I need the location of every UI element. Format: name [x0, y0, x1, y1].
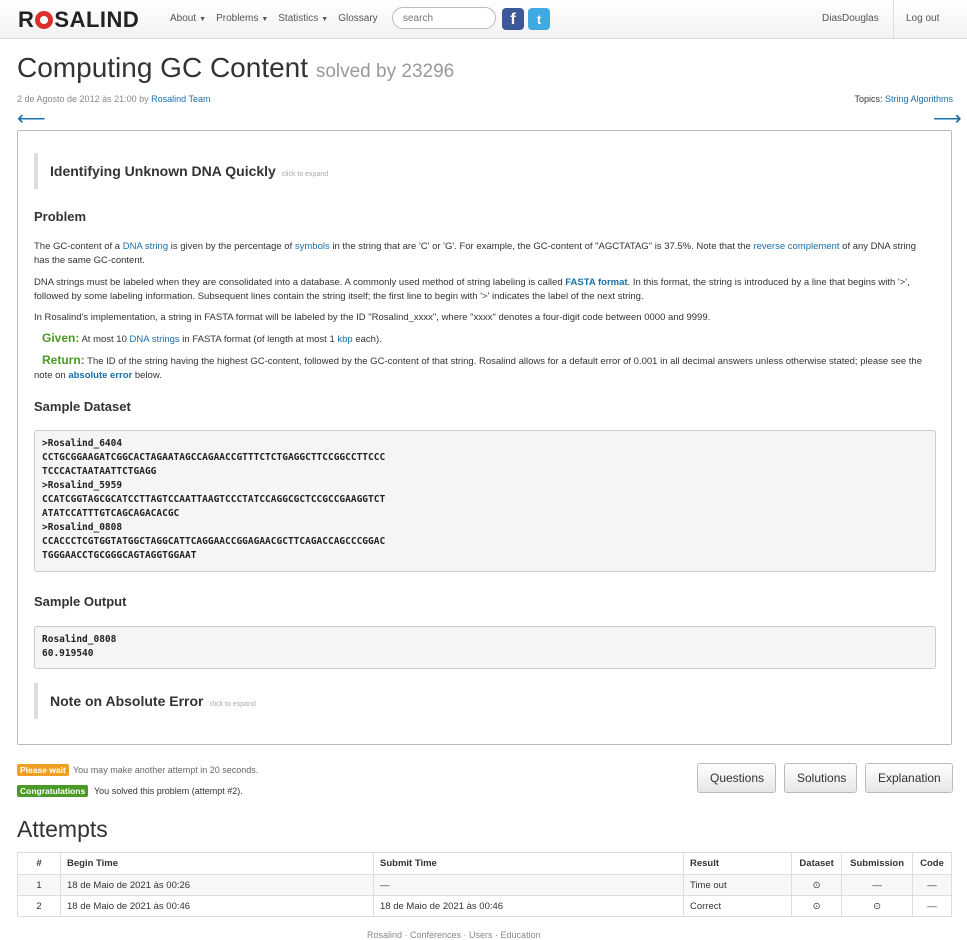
solved-text: You solved this problem (attempt #2).	[94, 786, 243, 796]
twitter-icon[interactable]: t	[528, 8, 550, 30]
dna-strings-link[interactable]: DNA strings	[130, 334, 180, 345]
caret-down-icon: ▼	[321, 16, 329, 23]
problem-paragraph-2: DNA strings must be labeled when they ar…	[34, 277, 910, 302]
table-row: 1 18 de Maio de 2021 às 00:26 — Time out…	[17, 874, 952, 896]
kbp-link[interactable]: kbp	[337, 334, 352, 345]
topic-link[interactable]: String Algorithms	[885, 94, 953, 104]
absolute-error-link[interactable]: absolute error	[68, 370, 132, 381]
problem-meta: 2 de Agosto de 2012 às 21:00 by Rosalind…	[17, 94, 211, 104]
logo-o-icon	[35, 11, 54, 29]
footer-links[interactable]: Rosalind · Conferences · Users · Educati…	[367, 930, 541, 940]
problem-heading: Problem	[34, 209, 87, 224]
wait-badge: Please wait	[17, 764, 69, 776]
dna-string-link[interactable]: DNA string	[123, 241, 168, 252]
topics: Topics: String Algorithms	[854, 94, 953, 104]
table-header: # Begin Time Submit Time Result Dataset …	[17, 852, 952, 875]
wait-text: You may make another attempt in 20 secon…	[73, 765, 259, 775]
sample-dataset: >Rosalind_6404 CCTGCGGAAGATCGGCACTAGAATA…	[34, 430, 936, 572]
sample-output-heading: Sample Output	[34, 594, 127, 609]
congratulations-badge: Congratulations	[17, 785, 89, 797]
solutions-button[interactable]: Solutions	[784, 763, 857, 793]
facebook-icon[interactable]: f	[502, 8, 524, 30]
problem-paragraph-3: In Rosalind's implementation, a string i…	[34, 312, 711, 323]
caret-down-icon: ▼	[261, 16, 269, 23]
nav-statistics[interactable]: Statistics ▼	[278, 13, 328, 24]
download-submission-icon[interactable]: ⊙	[841, 895, 914, 917]
rosalind-logo[interactable]: R SALIND	[18, 7, 139, 33]
problem-panel: Identifying Unknown DNA Quickly click to …	[17, 130, 952, 745]
fasta-format-link[interactable]: FASTA format	[565, 277, 627, 288]
prev-arrow-icon[interactable]: ⟵	[17, 106, 46, 131]
page-title: Computing GC Content solved by 23296	[17, 52, 455, 83]
given-paragraph: Given: At most 10 DNA strings in FASTA f…	[42, 331, 382, 345]
note-expander[interactable]: Note on Absolute Error click to expand	[34, 683, 650, 719]
nav-menu: About ▼ Problems ▼ Statistics ▼ Glossary	[170, 13, 378, 24]
attempts-table: # Begin Time Submit Time Result Dataset …	[17, 852, 952, 917]
explanation-button[interactable]: Explanation	[865, 763, 953, 793]
symbols-link[interactable]: symbols	[295, 241, 330, 252]
nav-problems[interactable]: Problems ▼	[216, 13, 268, 24]
search-input[interactable]	[392, 7, 496, 29]
questions-button[interactable]: Questions	[697, 763, 776, 793]
sample-output: Rosalind_0808 60.919540	[34, 626, 936, 669]
reverse-complement-link[interactable]: reverse complement	[753, 241, 839, 252]
nav-about[interactable]: About ▼	[170, 13, 206, 24]
navbar: R SALIND About ▼ Problems ▼ Statistics ▼ Glo…	[0, 0, 967, 39]
download-dataset-icon[interactable]: ⊙	[790, 895, 843, 917]
author-link[interactable]: Rosalind Team	[151, 94, 210, 104]
nav-glossary[interactable]: Glossary	[338, 13, 377, 24]
solved-count[interactable]: solved by 23296	[316, 61, 454, 82]
caret-down-icon: ▼	[199, 16, 207, 23]
attempts-heading: Attempts	[17, 816, 108, 842]
intro-expander[interactable]: Identifying Unknown DNA Quickly click to …	[34, 153, 650, 189]
return-paragraph: Return: The ID of the string having the …	[34, 353, 923, 381]
next-arrow-icon[interactable]: ⟶	[933, 106, 962, 131]
username-link[interactable]: DiasDouglas	[822, 13, 879, 24]
table-row: 2 18 de Maio de 2021 às 00:46 18 de Maio…	[17, 895, 952, 917]
sample-dataset-heading: Sample Dataset	[34, 399, 131, 414]
problem-paragraph-1: The GC-content of a DNA string is given …	[34, 241, 917, 266]
logout-button[interactable]: Log out	[893, 0, 951, 38]
download-dataset-icon[interactable]: ⊙	[790, 874, 843, 896]
